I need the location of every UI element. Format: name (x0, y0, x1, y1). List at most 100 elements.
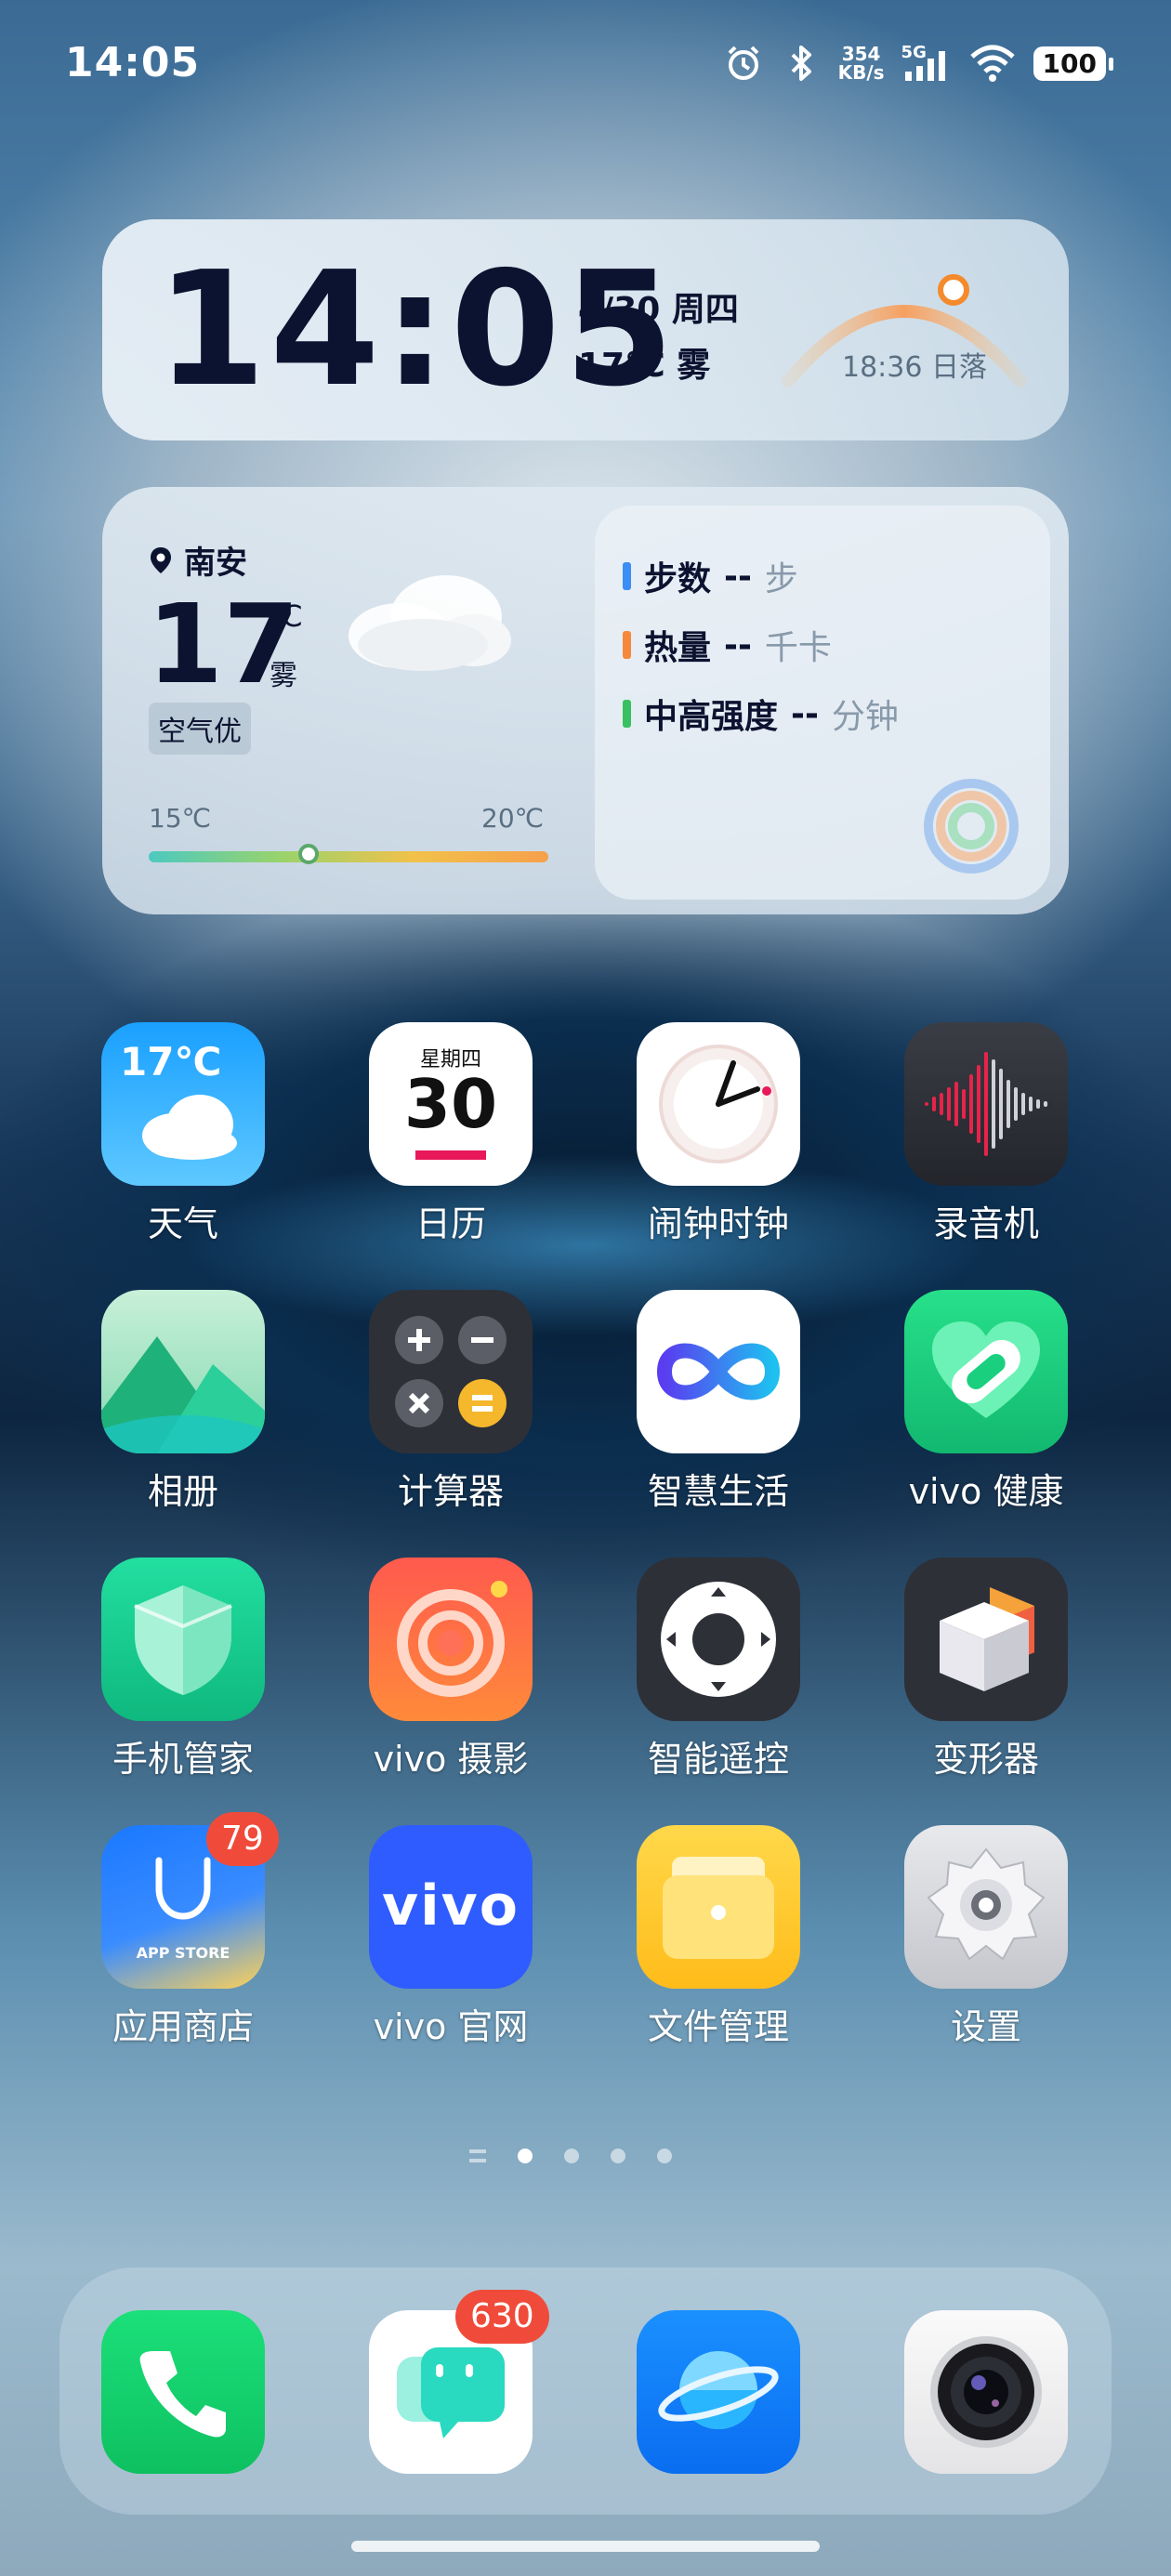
page-dot[interactable] (518, 2149, 533, 2163)
file-manager-icon (637, 1825, 800, 1989)
alarm-icon (723, 43, 764, 84)
network-type: 5G (901, 43, 927, 62)
app-transformer[interactable]: 变形器 (879, 1557, 1093, 1781)
status-icons: 354 KB/s 5G 100 (723, 37, 1114, 89)
remote-icon (637, 1557, 800, 1721)
steps-value: -- (724, 557, 752, 596)
calendar-icon: 星期四 30 (369, 1022, 533, 1186)
app-label: 天气 (147, 1203, 218, 1244)
transformer-icon (904, 1557, 1068, 1721)
app-settings[interactable]: 设置 (879, 1825, 1093, 2049)
health-row-steps: 步数 -- 步 (623, 552, 798, 600)
battery-indicator: 100 (1033, 46, 1114, 81)
weather-icon: 17℃ (101, 1022, 265, 1186)
app-app-store[interactable]: APP STORE 79 应用商店 (76, 1812, 290, 2049)
health-row-calories: 热量 -- 千卡 (623, 621, 832, 669)
app-calendar[interactable]: 星期四 30 日历 (344, 1022, 558, 1246)
app-vivo-health[interactable]: vivo 健康 (879, 1290, 1093, 1514)
app-label: 设置 (950, 2006, 1021, 2047)
calories-color-bar (623, 631, 631, 659)
clock-widget[interactable]: 14:05 4/30 周四 17℃ 雾 18:36 日落 (102, 219, 1069, 440)
app-remote[interactable]: 智能遥控 (612, 1557, 825, 1781)
health-row-intensity: 中高强度 -- 分钟 (623, 690, 899, 738)
app-vivo-site[interactable]: vivo vivo 官网 (344, 1825, 558, 2049)
steps-unit: 步 (764, 560, 798, 598)
app-weather[interactable]: 17℃ 天气 (76, 1022, 290, 1246)
current-temp-marker (298, 844, 319, 864)
intensity-unit: 分钟 (831, 698, 899, 736)
temperature-unit: ℃ (270, 598, 303, 634)
settings-icon (904, 1825, 1068, 1989)
net-speed: 354 KB/s (838, 45, 885, 82)
calculator-icon (369, 1290, 533, 1453)
cloud-icon (349, 575, 511, 671)
app-label: vivo 官网 (373, 2006, 529, 2047)
app-label: 智慧生活 (647, 1471, 789, 1512)
page-dot[interactable] (657, 2149, 672, 2163)
widget-weather-summary: 17℃ 雾 (578, 347, 711, 385)
air-quality-badge: 空气优 (149, 703, 251, 755)
app-smart-life[interactable]: 智慧生活 (612, 1290, 825, 1514)
location-name: 南安 (184, 545, 247, 582)
app-calculator[interactable]: 计算器 (344, 1290, 558, 1514)
net-speed-value: 354 (841, 43, 881, 65)
app-label: 计算器 (397, 1471, 504, 1512)
status-time: 14:05 (65, 39, 201, 86)
app-label: vivo 健康 (908, 1471, 1064, 1512)
phone-icon (101, 2310, 265, 2474)
location-pin-icon (151, 546, 171, 573)
app-file-manager[interactable]: 文件管理 (612, 1825, 825, 2049)
page-indicator[interactable] (469, 2149, 672, 2163)
health-card[interactable]: 步数 -- 步 热量 -- 千卡 中高强度 -- 分钟 (595, 506, 1050, 900)
app-vivo-camera[interactable]: vivo 摄影 (344, 1557, 558, 1781)
app-label: 变形器 (932, 1739, 1039, 1780)
app-label: vivo 摄影 (373, 1739, 529, 1780)
app-clock[interactable]: 闹钟时钟 (612, 1022, 825, 1246)
signal-icon: 5G (901, 43, 952, 84)
calendar-underline (415, 1150, 486, 1160)
home-indicator[interactable] (351, 2541, 820, 2552)
calories-unit: 千卡 (764, 629, 832, 667)
vivo-logo-text: vivo (381, 1873, 520, 1939)
vivo-site-icon: vivo (369, 1825, 533, 1989)
net-speed-unit: KB/s (837, 61, 885, 84)
page-indicator-home[interactable] (469, 2149, 486, 2162)
app-label: 文件管理 (647, 2006, 789, 2047)
health-icon (904, 1290, 1068, 1453)
camera-icon (904, 2310, 1068, 2474)
app-gallery[interactable]: 相册 (76, 1290, 290, 1514)
page-dot[interactable] (564, 2149, 579, 2163)
widget-date: 4/30 周四 (578, 291, 739, 329)
activity-rings-icon (924, 779, 1019, 874)
camera-app-icon (369, 1557, 533, 1721)
bluetooth-icon (781, 43, 822, 84)
notification-badge: 630 (455, 2290, 549, 2344)
weather-icon-temp: 17℃ (120, 1039, 222, 1084)
temp-min: 15℃ (149, 803, 212, 834)
dock-camera[interactable] (879, 2310, 1093, 2474)
weather-location: 南安 (149, 537, 247, 583)
page-dot[interactable] (611, 2149, 625, 2163)
dock-messages[interactable]: 630 (344, 2290, 558, 2474)
weather-health-widget[interactable]: 南安 17 ℃ 雾 空气优 15℃ 20℃ 步数 -- 步 热量 -- 千卡 中… (102, 487, 1069, 914)
intensity-label: 中高强度 (644, 698, 779, 736)
calories-value: -- (724, 625, 752, 664)
app-store-icon-text: APP STORE (136, 1944, 230, 1962)
app-label: 智能遥控 (647, 1739, 789, 1780)
app-label: 闹钟时钟 (647, 1203, 789, 1244)
calendar-day: 30 (403, 1065, 498, 1143)
browser-icon (637, 2310, 800, 2474)
notification-badge: 79 (206, 1812, 279, 1866)
app-label: 应用商店 (112, 2006, 254, 2047)
weather-condition: 雾 (270, 660, 297, 692)
gallery-icon (101, 1290, 265, 1453)
smart-life-icon (637, 1290, 800, 1453)
recorder-icon (904, 1022, 1068, 1186)
dock-browser[interactable] (612, 2310, 825, 2474)
dock-phone[interactable] (76, 2310, 290, 2474)
temperature-range-bar (149, 851, 548, 862)
app-recorder[interactable]: 录音机 (879, 1022, 1093, 1246)
steps-color-bar (623, 562, 631, 590)
app-phone-manager[interactable]: 手机管家 (76, 1557, 290, 1781)
app-label: 日历 (414, 1203, 486, 1244)
